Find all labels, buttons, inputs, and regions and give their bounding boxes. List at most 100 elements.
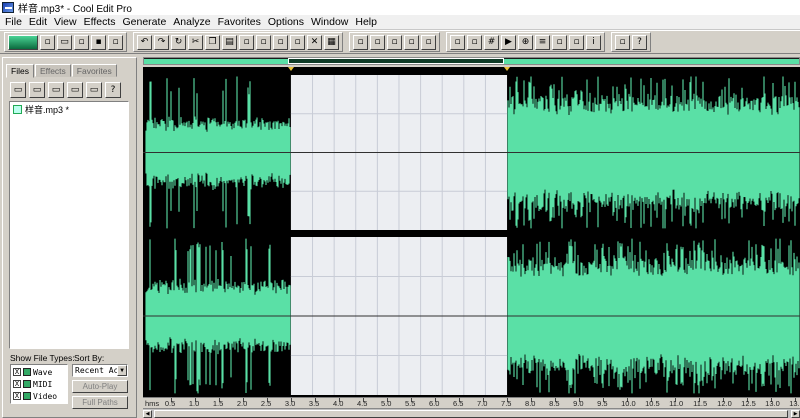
spectral-icon[interactable]: ▫ bbox=[387, 34, 402, 50]
snap-icon[interactable]: ▫ bbox=[467, 34, 482, 50]
scroll-left-icon[interactable]: ◀ bbox=[143, 410, 152, 418]
app-icon bbox=[2, 2, 14, 13]
menu-help[interactable]: Help bbox=[353, 16, 382, 28]
waveform-display[interactable] bbox=[143, 67, 800, 397]
checkbox-icon[interactable]: X bbox=[13, 380, 21, 388]
favorites-icon[interactable]: ▫ bbox=[615, 34, 630, 50]
file-name: 样音.mp3 * bbox=[25, 104, 70, 115]
time-ruler[interactable]: hms ◀ ▶ 0.5 1.0 1.5 2.0 2.5 3.0 3.5 4.0 4.5 5.0 5.… bbox=[143, 397, 800, 418]
wave-view-icon[interactable] bbox=[8, 34, 38, 50]
overview-visible-range[interactable] bbox=[288, 58, 505, 64]
menu-generate[interactable]: Generate bbox=[121, 16, 172, 28]
ruler-label: 6.5 bbox=[453, 399, 464, 408]
tab-files[interactable]: Files bbox=[6, 64, 34, 78]
menu-effects[interactable]: Effects bbox=[82, 16, 121, 28]
file-type-wave[interactable]: X Wave bbox=[11, 366, 67, 378]
filter-icon[interactable]: ▫ bbox=[370, 34, 385, 50]
delete-icon[interactable]: ✕ bbox=[307, 34, 322, 50]
ruler-label: 12.5 bbox=[741, 399, 756, 408]
tracks-icon[interactable]: ▫ bbox=[569, 34, 584, 50]
ruler-label: 2.0 bbox=[236, 399, 248, 408]
title-bar: 样音.mp3* - Cool Edit Pro bbox=[0, 0, 800, 15]
ruler-label: 11.5 bbox=[693, 399, 708, 408]
menu-options[interactable]: Options bbox=[266, 16, 309, 28]
grid-icon[interactable]: # bbox=[484, 34, 499, 50]
file-list-item[interactable]: 样音.mp3 * bbox=[10, 102, 128, 116]
cues-icon[interactable]: ▫ bbox=[552, 34, 567, 50]
edit-icon[interactable]: ▭ bbox=[67, 82, 83, 98]
menu-file[interactable]: File bbox=[3, 16, 27, 28]
ruler-label: 9.5 bbox=[597, 399, 608, 408]
file-type-label: MIDI bbox=[33, 379, 53, 389]
ruler-label: 0.5 bbox=[164, 399, 176, 408]
scroll-thumb[interactable] bbox=[154, 410, 788, 418]
ruler-label: 13.0 bbox=[765, 399, 780, 408]
toolbar-group-4: ▫ ▫ # ▶ ⊕ ≡ ▫ ▫ i bbox=[446, 32, 605, 52]
redo-icon[interactable]: ↷ bbox=[154, 34, 169, 50]
help-icon[interactable]: ? bbox=[105, 82, 121, 98]
selection-end-marker[interactable] bbox=[504, 67, 511, 71]
menu-window[interactable]: Window bbox=[309, 16, 353, 28]
checkbox-icon[interactable]: X bbox=[13, 368, 21, 376]
save-all-icon[interactable]: ▫ bbox=[108, 34, 123, 50]
ruler-label: 3.5 bbox=[308, 399, 320, 408]
info-icon[interactable]: i bbox=[586, 34, 601, 50]
display-icon[interactable]: ▫ bbox=[450, 34, 465, 50]
open-file-icon[interactable]: ▭ bbox=[10, 82, 26, 98]
file-list[interactable]: 样音.mp3 * bbox=[9, 101, 129, 349]
ruler-label: 7.0 bbox=[477, 399, 488, 408]
checkbox-icon[interactable]: X bbox=[13, 392, 21, 400]
scroll-right-icon[interactable]: ▶ bbox=[791, 410, 800, 418]
sort-by-select[interactable]: Recent Ac ▼ bbox=[72, 364, 128, 377]
bars-icon[interactable]: ≡ bbox=[535, 34, 550, 50]
menu-view[interactable]: View bbox=[52, 16, 82, 28]
help-icon[interactable]: ? bbox=[632, 34, 647, 50]
overview-bar[interactable] bbox=[143, 57, 800, 65]
silence-icon[interactable]: ▫ bbox=[290, 34, 305, 50]
main-toolbar: ▫ ▭ ▫ ▪ ▫ ↶ ↷ ↻ ✂ ❐ ▤ ▫ ▫ ▫ ▫ ✕ ▦ ▫ ▫ ▫ ▫ ▫ ▫ ▫ # ▶ ⊕ ≡ ▫ ▫ i ▫? bbox=[0, 30, 800, 54]
ruler-label: 7.5 bbox=[501, 399, 512, 408]
ruler-label: 10.0 bbox=[621, 399, 636, 408]
close-file-icon[interactable]: ▭ bbox=[29, 82, 45, 98]
file-type-video[interactable]: X Video bbox=[11, 390, 67, 402]
tab-effects[interactable]: Effects bbox=[34, 64, 71, 77]
copy-icon[interactable]: ❐ bbox=[205, 34, 220, 50]
mix-paste-icon[interactable]: ▫ bbox=[256, 34, 271, 50]
save-icon[interactable]: ▪ bbox=[91, 34, 106, 50]
ruler-label: 6.0 bbox=[429, 399, 440, 408]
wave-type-icon bbox=[23, 368, 31, 376]
chevron-down-icon[interactable]: ▼ bbox=[117, 365, 127, 376]
frequency-icon[interactable]: ▫ bbox=[404, 34, 419, 50]
open-icon[interactable]: ▭ bbox=[57, 34, 72, 50]
trim-icon[interactable]: ▫ bbox=[273, 34, 288, 50]
menu-analyze[interactable]: Analyze bbox=[171, 16, 215, 28]
tab-favorites[interactable]: Favorites bbox=[71, 64, 117, 77]
horizontal-scrollbar[interactable]: ◀ ▶ bbox=[143, 408, 800, 418]
file-type-midi[interactable]: X MIDI bbox=[11, 378, 67, 390]
full-paths-button[interactable]: Full Paths bbox=[72, 396, 128, 409]
close-icon[interactable]: ▫ bbox=[74, 34, 89, 50]
channel-right-waveform[interactable] bbox=[143, 237, 800, 395]
auto-play-button[interactable]: Auto-Play bbox=[72, 380, 128, 393]
cut-icon[interactable]: ✂ bbox=[188, 34, 203, 50]
menu-favorites[interactable]: Favorites bbox=[216, 16, 266, 28]
channel-left-waveform[interactable] bbox=[143, 75, 800, 230]
ruler-label: 5.0 bbox=[380, 399, 392, 408]
menu-edit[interactable]: Edit bbox=[27, 16, 52, 28]
undo-icon[interactable]: ↶ bbox=[137, 34, 152, 50]
ruler-label: 8.5 bbox=[549, 399, 560, 408]
paste-new-icon[interactable]: ▫ bbox=[239, 34, 254, 50]
play-icon[interactable]: ▶ bbox=[501, 34, 516, 50]
ruler-label: 4.0 bbox=[332, 399, 344, 408]
bank-icon[interactable]: ▫ bbox=[421, 34, 436, 50]
zoom-icon[interactable]: ⊕ bbox=[518, 34, 533, 50]
import-icon[interactable]: ▭ bbox=[48, 82, 64, 98]
new-icon[interactable]: ▫ bbox=[40, 34, 55, 50]
invert-icon[interactable]: ▫ bbox=[353, 34, 368, 50]
selection-start-marker[interactable] bbox=[287, 67, 294, 71]
cd-icon[interactable]: ▭ bbox=[86, 82, 102, 98]
repeat-icon[interactable]: ↻ bbox=[171, 34, 186, 50]
ruler-label: 11.0 bbox=[669, 399, 684, 408]
select-all-icon[interactable]: ▦ bbox=[324, 34, 339, 50]
paste-icon[interactable]: ▤ bbox=[222, 34, 237, 50]
